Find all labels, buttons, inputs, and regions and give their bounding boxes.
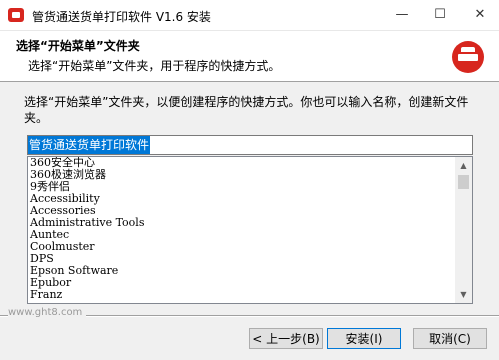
folder-list-item[interactable]: Franz xyxy=(29,289,454,301)
start-menu-folder-list[interactable]: 360安全中心 360极速浏览器 9秀伴侣 Accessibility Accessor… xyxy=(27,156,473,304)
page-subtitle: 选择“开始菜单”文件夹，用于程序的快捷方式。 xyxy=(28,59,281,73)
close-button[interactable]: ✕ xyxy=(461,0,499,30)
start-menu-folder-input[interactable]: 管货通送货单打印软件 xyxy=(27,135,473,155)
scroll-up-icon[interactable]: ▲ xyxy=(455,157,472,174)
install-button[interactable]: 安装(I) xyxy=(327,328,401,349)
back-button[interactable]: < 上一步(B) xyxy=(249,328,323,349)
folder-list-item[interactable]: Administrative Tools xyxy=(29,217,454,229)
list-scrollbar[interactable]: ▲ ▼ xyxy=(455,157,472,303)
page-title: 选择“开始菜单”文件夹 xyxy=(16,39,140,53)
folder-list-items: 360安全中心 360极速浏览器 9秀伴侣 Accessibility Accessor… xyxy=(29,157,454,301)
installer-logo-icon xyxy=(452,41,484,73)
maximize-button[interactable]: ☐ xyxy=(421,0,459,30)
folder-input-value: 管货通送货单打印软件 xyxy=(28,136,151,154)
title-bar: 管货通送货单打印软件 V1.6 安装 — ☐ ✕ xyxy=(0,0,499,31)
scroll-down-icon[interactable]: ▼ xyxy=(455,286,472,303)
minimize-button[interactable]: — xyxy=(383,0,421,30)
folder-list-item[interactable]: Coolmuster xyxy=(29,241,454,253)
folder-list-item[interactable]: Epson Software xyxy=(29,265,454,277)
instruction-text: 选择“开始菜单”文件夹，以便创建程序的快捷方式。你也可以输入名称，创建新文件夹。 xyxy=(24,95,469,125)
folder-list-item[interactable]: Epubor xyxy=(29,277,454,289)
scroll-thumb[interactable] xyxy=(458,175,469,189)
wizard-header: 选择“开始菜单”文件夹 选择“开始菜单”文件夹，用于程序的快捷方式。 xyxy=(0,31,499,82)
folder-list-item[interactable]: 360极速浏览器 xyxy=(29,169,454,181)
app-icon xyxy=(8,8,24,22)
site-watermark-text: www.ght8.com xyxy=(8,307,87,318)
cancel-button[interactable]: 取消(C) xyxy=(413,328,487,349)
window-title: 管货通送货单打印软件 V1.6 安装 xyxy=(32,10,211,24)
